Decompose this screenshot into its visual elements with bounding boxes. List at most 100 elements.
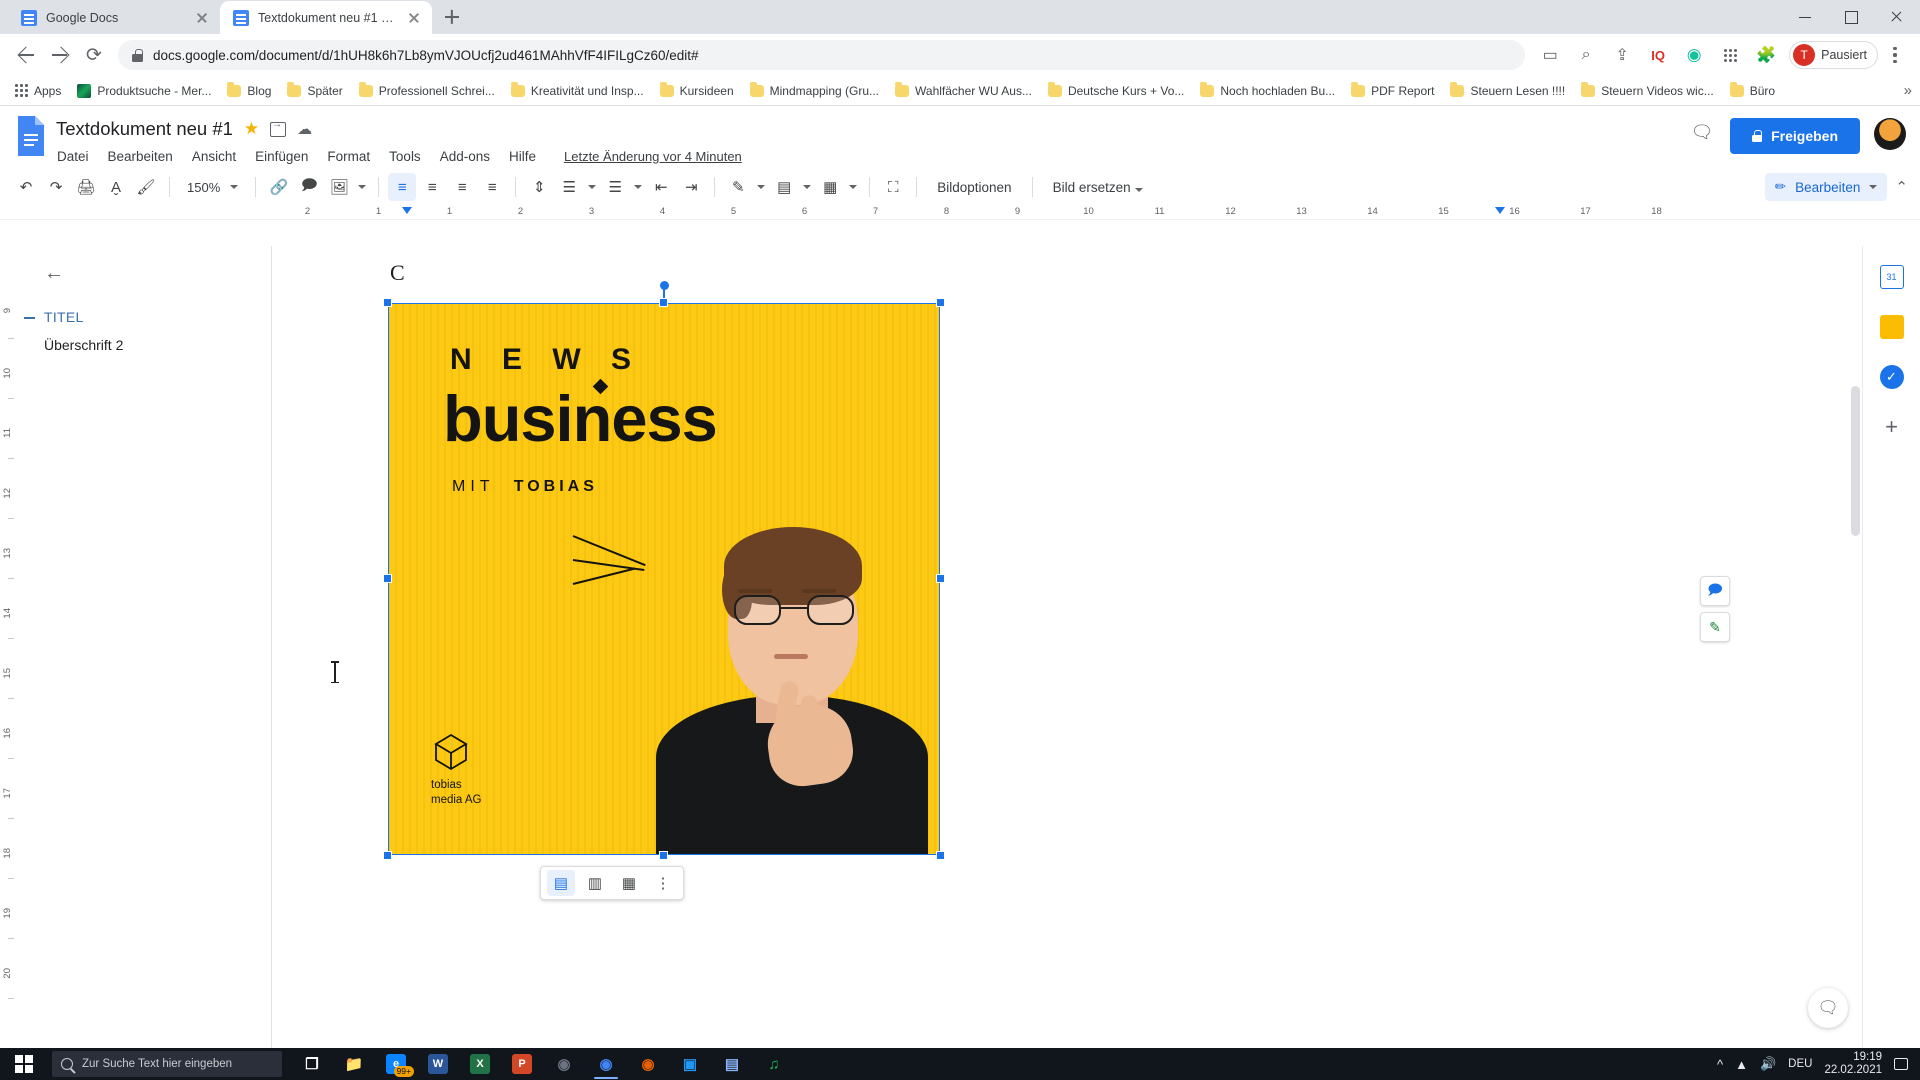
selected-image[interactable]: N E W S business MIT TOBIAS tobias media… [383, 281, 945, 860]
powerpoint-icon[interactable]: P [502, 1048, 542, 1080]
align-center-icon[interactable]: ≡ [418, 173, 446, 201]
align-justify-icon[interactable]: ≡ [478, 173, 506, 201]
document-title[interactable]: Textdokument neu #1 [56, 118, 233, 140]
document-scrollbar[interactable] [1851, 386, 1860, 536]
clock[interactable]: 19:19 22.02.2021 [1824, 1051, 1882, 1077]
cast-icon[interactable]: ▭ [1533, 38, 1567, 72]
insert-link-icon[interactable]: 🔗 [265, 173, 293, 201]
tab-google-docs[interactable]: Google Docs [8, 1, 220, 34]
bookmark-item[interactable]: Mindmapping (Gru... [743, 81, 886, 101]
task-view-icon[interactable]: ❐ [292, 1048, 332, 1080]
back-button-icon[interactable] [10, 39, 42, 71]
share-button[interactable]: Freigeben [1730, 118, 1860, 154]
spotify-icon[interactable]: ♫ [754, 1048, 794, 1080]
resize-handle-middle-left[interactable] [383, 574, 392, 583]
wrap-inline-icon[interactable]: ▤ [547, 870, 575, 896]
google-tasks-icon[interactable]: ✓ [1875, 360, 1909, 394]
menu-einf-gen[interactable]: Einfügen [254, 146, 309, 167]
bookmark-item[interactable]: Wahlfächer WU Aus... [888, 81, 1039, 101]
bookmark-item[interactable]: Kreativität und Insp... [504, 81, 651, 101]
border-weight-icon[interactable]: ▤ [770, 173, 798, 201]
outline-item-titel[interactable]: TITEL [24, 303, 271, 331]
share-icon[interactable]: ⇪ [1605, 38, 1639, 72]
bookmark-item[interactable]: Später [280, 81, 349, 101]
suggest-edit-floating-button[interactable]: ✎ [1700, 612, 1730, 642]
bookmark-item[interactable]: Noch hochladen Bu... [1193, 81, 1342, 101]
bulleted-list-icon[interactable]: ☰ [601, 173, 629, 201]
border-dash-icon[interactable]: ▦ [816, 173, 844, 201]
photos-icon[interactable]: ▤ [712, 1048, 752, 1080]
hide-menus-chevron-icon[interactable]: ⌃ [1895, 178, 1908, 196]
move-to-folder-icon[interactable] [270, 119, 287, 137]
undo-icon[interactable]: ↶ [12, 173, 40, 201]
chrome-menu-icon[interactable] [1880, 40, 1910, 70]
user-avatar[interactable] [1874, 118, 1906, 150]
profile-chip[interactable]: T Pausiert [1789, 41, 1878, 69]
image-options-button[interactable]: Bildoptionen [926, 180, 1022, 195]
resize-handle-top-center[interactable] [659, 298, 668, 307]
crop-image-icon[interactable]: ⛶ [879, 173, 907, 201]
menu-bearbeiten[interactable]: Bearbeiten [107, 146, 174, 167]
border-color-dropdown-icon[interactable] [754, 173, 768, 201]
border-color-pencil-icon[interactable]: ✎ [724, 173, 752, 201]
add-ons-plus-icon[interactable]: + [1875, 410, 1909, 444]
replace-image-button[interactable]: Bild ersetzen [1042, 180, 1154, 195]
google-calendar-icon[interactable]: 31 [1875, 260, 1909, 294]
numbered-list-icon[interactable]: ☰ [555, 173, 583, 201]
resize-handle-middle-right[interactable] [936, 574, 945, 583]
chrome-icon[interactable]: ◉ [586, 1048, 626, 1080]
menu-datei[interactable]: Datei [56, 146, 90, 167]
resize-handle-bottom-center[interactable] [659, 851, 668, 860]
file-explorer-icon[interactable]: 📁 [334, 1048, 374, 1080]
star-icon[interactable]: ★ [244, 119, 259, 139]
menu-tools[interactable]: Tools [388, 146, 422, 167]
document-page[interactable]: C N E W S business MIT TOBIAS tobias med… [272, 246, 1692, 1048]
bookmarks-overflow-icon[interactable]: » [1904, 82, 1912, 99]
grammar-extension-icon[interactable]: ◉ [1677, 38, 1711, 72]
forward-button-icon[interactable] [44, 39, 76, 71]
firefox-icon[interactable]: ◉ [628, 1048, 668, 1080]
resize-handle-top-left[interactable] [383, 298, 392, 307]
menu-add-ons[interactable]: Add-ons [439, 146, 491, 167]
bookmark-item[interactable]: Apps [8, 81, 68, 101]
address-bar[interactable]: docs.google.com/document/d/1hUH8k6h7Lb8y… [118, 40, 1526, 70]
bookmark-item[interactable]: Kursideen [653, 81, 741, 101]
start-button[interactable] [0, 1048, 48, 1080]
tab-textdokument[interactable]: Textdokument neu #1 - Google D [220, 1, 432, 34]
disc-icon[interactable]: ◉ [544, 1048, 584, 1080]
menu-ansicht[interactable]: Ansicht [191, 146, 237, 167]
maximize-button[interactable] [1828, 0, 1874, 33]
resize-handle-top-right[interactable] [936, 298, 945, 307]
tab-close-icon[interactable] [406, 10, 422, 26]
add-comment-icon[interactable]: 🗩 [295, 173, 323, 201]
increase-indent-icon[interactable]: ⇥ [677, 173, 705, 201]
notification-icon[interactable] [1894, 1058, 1908, 1070]
iq-extension-icon[interactable]: IQ [1641, 38, 1675, 72]
bookmark-item[interactable]: Produktsuche - Mer... [70, 81, 218, 101]
bookmark-item[interactable]: Deutsche Kurs + Vo... [1041, 81, 1191, 101]
bookmark-item[interactable]: Blog [220, 81, 278, 101]
redo-icon[interactable]: ↷ [42, 173, 70, 201]
resize-handle-bottom-right[interactable] [936, 851, 945, 860]
decrease-indent-icon[interactable]: ⇤ [647, 173, 675, 201]
border-weight-dropdown-icon[interactable] [800, 173, 814, 201]
bookmark-item[interactable]: Büro [1723, 81, 1782, 101]
border-dash-dropdown-icon[interactable] [846, 173, 860, 201]
bookmark-item[interactable]: Professionell Schrei... [352, 81, 502, 101]
menu-hilfe[interactable]: Hilfe [508, 146, 537, 167]
google-keep-icon[interactable] [1875, 310, 1909, 344]
close-outline-icon[interactable]: ← [44, 262, 64, 285]
extensions-puzzle-icon[interactable]: 🧩 [1749, 38, 1783, 72]
add-comment-floating-button[interactable]: 🗩 [1700, 576, 1730, 606]
explore-button[interactable]: 🗨 [1808, 988, 1848, 1028]
align-right-icon[interactable]: ≡ [448, 173, 476, 201]
taskbar-search-box[interactable]: Zur Suche Text hier eingeben [52, 1051, 282, 1077]
comment-history-icon[interactable]: 🗨 [1688, 118, 1716, 146]
close-window-button[interactable] [1874, 0, 1920, 33]
bulleted-list-dropdown-icon[interactable] [631, 173, 645, 201]
print-icon[interactable]: 🖨 [72, 173, 100, 201]
bookmark-item[interactable]: PDF Report [1344, 81, 1441, 101]
word-icon[interactable]: W [418, 1048, 458, 1080]
last-edit-label[interactable]: Letzte Änderung vor 4 Minuten [564, 149, 742, 164]
new-tab-button[interactable] [438, 3, 466, 31]
